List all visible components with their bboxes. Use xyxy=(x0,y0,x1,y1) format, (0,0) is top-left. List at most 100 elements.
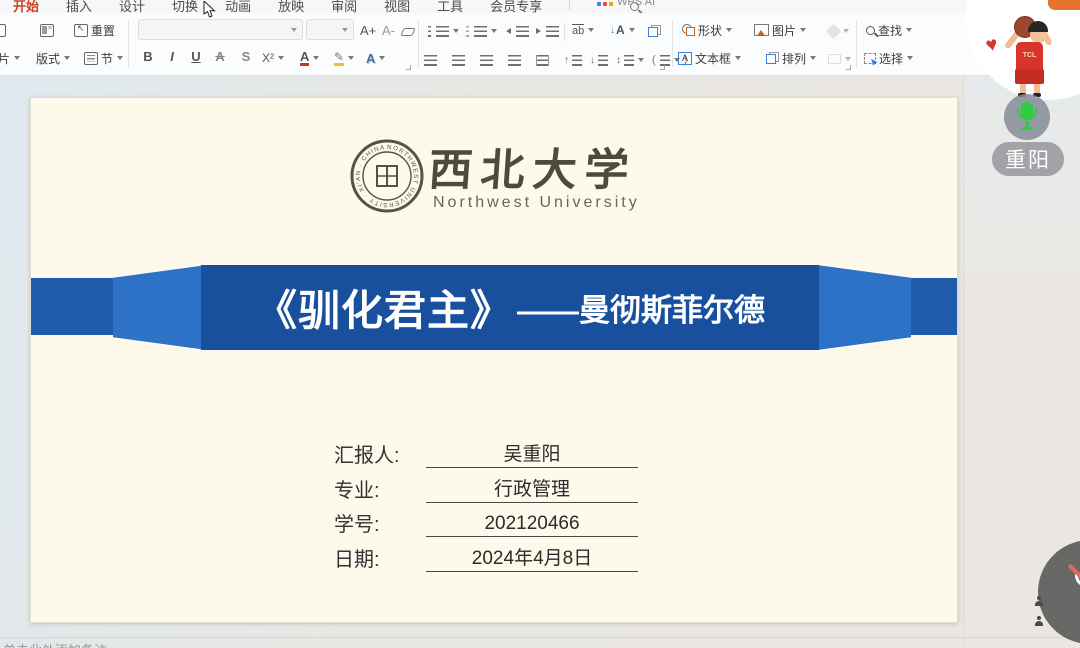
menu-tab-home[interactable]: 开始 xyxy=(13,0,39,13)
menu-tab-transition[interactable]: 切换 xyxy=(172,0,198,13)
shapes-icon xyxy=(682,24,695,36)
character-spacing-icon: ab xyxy=(572,24,584,37)
field-value: 2024年4月8日 xyxy=(426,543,638,572)
font-size-combobox[interactable] xyxy=(306,19,354,40)
character-spacing-button[interactable]: ab xyxy=(572,21,594,39)
line-spacing-button[interactable]: ↕ xyxy=(616,51,644,69)
select-icon xyxy=(864,53,876,64)
align-center-icon[interactable] xyxy=(452,51,465,69)
banner-left-fold xyxy=(113,265,207,350)
meeting-corner-button[interactable] xyxy=(1046,0,1080,12)
strikethrough-button[interactable]: A xyxy=(212,49,228,67)
text-shadow-button[interactable]: S xyxy=(238,49,254,67)
shapes-label: 形状 xyxy=(698,22,722,39)
select-label: 选择 xyxy=(879,50,903,67)
field-row-major: 专业: 行政管理 xyxy=(334,474,638,503)
picture-button[interactable]: 图片 xyxy=(754,21,806,39)
wps-ai-dot-red xyxy=(603,2,607,6)
section-button[interactable]: 节 xyxy=(84,49,123,67)
arrange-button[interactable]: 排列 xyxy=(766,49,816,67)
field-label: 专业: xyxy=(334,474,426,503)
section-label: 节 xyxy=(101,50,113,67)
font-dialog-launcher-icon[interactable] xyxy=(406,65,411,70)
superscript-button[interactable]: X² xyxy=(262,49,284,67)
menu-tab-slideshow[interactable]: 放映 xyxy=(278,0,304,13)
avatar-shorts xyxy=(1015,69,1044,84)
reset-label: 重置 xyxy=(91,22,115,39)
numbering-button[interactable] xyxy=(466,22,497,40)
menu-bar: 开始 插入 设计 切换 动画 放映 审阅 视图 工具 会员专享 WPS AI xyxy=(0,0,1080,13)
wps-ai-dot-yellow xyxy=(609,2,613,6)
menu-tab-insert[interactable]: 插入 xyxy=(66,0,92,13)
university-seal-icon: NORTHWEST UNIVERSITY · XI'AN · CHINA · 1… xyxy=(349,138,425,214)
insert-dialog-launcher-icon[interactable] xyxy=(846,65,851,70)
notes-separator xyxy=(0,637,1080,638)
clear-format-icon[interactable] xyxy=(402,23,414,41)
bold-button[interactable]: B xyxy=(140,49,156,67)
increase-indent-icon[interactable] xyxy=(536,22,559,40)
bullets-button[interactable] xyxy=(428,22,459,40)
menu-tab-membership[interactable]: 会员专享 xyxy=(490,0,542,13)
jersey-text: TCL xyxy=(1016,51,1043,60)
text-effects-button[interactable]: A xyxy=(366,49,385,67)
menu-tab-view[interactable]: 视图 xyxy=(384,0,410,13)
new-slide-icon[interactable] xyxy=(0,21,6,39)
mini-participant-icon xyxy=(1034,596,1043,606)
find-label: 查找 xyxy=(878,22,902,39)
textbox-button[interactable]: A 文本框 xyxy=(678,49,741,67)
new-slide-button[interactable]: 幻灯片 xyxy=(0,49,20,67)
paragraph-dialog-launcher-icon[interactable] xyxy=(660,65,665,70)
toolbar-separator xyxy=(856,21,857,67)
layout-button[interactable]: 版式 xyxy=(36,49,70,67)
move-down-list-icon[interactable]: ↓ xyxy=(590,51,608,69)
slide-title-book: 《驯化君主》 xyxy=(255,277,513,338)
menu-tab-design[interactable]: 设计 xyxy=(119,0,145,13)
menu-tab-animation[interactable]: 动画 xyxy=(225,0,251,13)
text-direction-icon: ↓ xyxy=(610,25,615,36)
title-banner[interactable]: 《驯化君主》 ——曼彻斯菲尔德 xyxy=(201,265,819,350)
highlight-color-button[interactable]: ✎ xyxy=(334,49,354,67)
new-slide-label: 幻灯片 xyxy=(0,50,10,67)
microphone-button[interactable] xyxy=(1004,94,1050,140)
menu-tab-tools[interactable]: 工具 xyxy=(437,0,463,13)
text-effects-icon: A xyxy=(366,51,375,66)
underline-button[interactable]: U xyxy=(188,49,204,67)
banner-right-band xyxy=(907,278,957,335)
font-name-combobox[interactable] xyxy=(138,19,303,40)
grow-font-button[interactable]: A+ xyxy=(360,21,376,39)
find-button[interactable]: 查找 xyxy=(866,21,912,39)
font-color-button[interactable]: A xyxy=(300,49,319,67)
distribute-text-icon[interactable] xyxy=(536,51,549,69)
arrange-icon xyxy=(766,52,779,64)
textbox-label: 文本框 xyxy=(695,50,731,67)
convert-to-diagram-icon[interactable] xyxy=(648,22,661,40)
university-logo[interactable]: NORTHWEST UNIVERSITY · XI'AN · CHINA · 1… xyxy=(349,138,649,220)
layout-label: 版式 xyxy=(36,50,60,67)
ribbon-toolbar: 重置 幻灯片 版式 节 A+ A- B I U A S X² A ✎ xyxy=(0,13,1080,76)
italic-button[interactable]: I xyxy=(164,49,180,67)
fill-icon xyxy=(826,23,842,39)
justify-icon[interactable] xyxy=(508,51,521,69)
move-up-list-icon[interactable]: ↑ xyxy=(564,51,582,69)
decrease-indent-icon[interactable] xyxy=(506,22,529,40)
field-row-student-id: 学号: 202120466 xyxy=(334,508,638,537)
participant-name-badge: 重阳 xyxy=(992,142,1064,176)
notes-placeholder[interactable]: 单击此处添加备注 xyxy=(3,640,107,648)
shrink-font-button[interactable]: A- xyxy=(382,21,395,39)
info-fields[interactable]: 汇报人: 吴重阳 专业: 行政管理 学号: 202120466 日期: 2024… xyxy=(334,439,638,577)
banner-left-band xyxy=(31,278,117,335)
wps-ai-dot-blue xyxy=(597,2,601,6)
text-direction-button[interactable]: ↓ A xyxy=(610,21,635,39)
menu-tab-review[interactable]: 审阅 xyxy=(331,0,357,13)
mini-participant-icon xyxy=(1034,616,1043,626)
fill-button[interactable] xyxy=(828,22,849,40)
reset-button[interactable]: 重置 xyxy=(74,21,115,39)
slide[interactable]: NORTHWEST UNIVERSITY · XI'AN · CHINA · 1… xyxy=(30,97,958,623)
wps-ai-button[interactable]: WPS AI xyxy=(597,0,655,8)
select-button[interactable]: 选择 xyxy=(864,49,913,67)
align-left-icon[interactable] xyxy=(424,51,437,69)
search-icon[interactable] xyxy=(630,2,639,11)
shapes-button[interactable]: 形状 xyxy=(682,21,732,39)
align-right-icon[interactable] xyxy=(480,51,493,69)
reset-icon xyxy=(74,24,88,37)
